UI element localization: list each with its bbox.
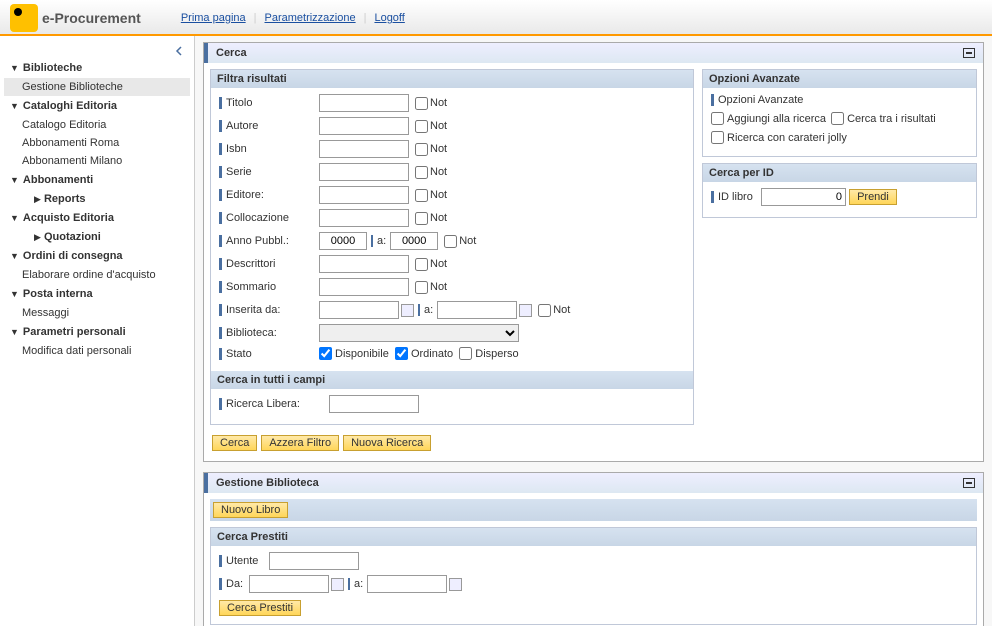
nav-logoff[interactable]: Logoff [374,12,404,24]
btn-azzera-filtro[interactable]: Azzera Filtro [261,435,339,451]
chk-collocazione-not[interactable] [415,212,428,225]
sb-group-cataloghi[interactable]: ▼Cataloghi Editoria [4,96,190,116]
panel-cerca-title: Cerca [204,43,983,63]
sidebar: ▼Biblioteche Gestione Biblioteche ▼Catal… [0,36,195,626]
chk-titolo-not[interactable] [415,97,428,110]
input-anno-da[interactable] [319,232,367,250]
label-autore: Autore [219,120,319,132]
nav-param[interactable]: Parametrizzazione [265,12,356,24]
chk-caratteri-jolly[interactable] [711,131,724,144]
sb-group-abbonamenti[interactable]: ▼Abbonamenti [4,170,190,190]
input-autore[interactable] [319,117,409,135]
sb-group-posta[interactable]: ▼Posta interna [4,284,190,304]
top-nav: Prima pagina | Parametrizzazione | Logof… [181,12,405,24]
subpanel-cerca-id: Cerca per ID ID libro Prendi [702,163,977,218]
input-collocazione[interactable] [319,209,409,227]
chk-disperso[interactable] [459,347,472,360]
sidebar-collapse[interactable] [4,44,190,58]
input-ricerca-libera[interactable] [329,395,419,413]
chk-ordinato[interactable] [395,347,408,360]
label-descrittori: Descrittori [219,258,319,270]
nav-home[interactable]: Prima pagina [181,12,246,24]
panel-gestione-biblioteca: Gestione Biblioteca Nuovo Libro Cerca Pr… [203,472,984,626]
chk-descrittori-not[interactable] [415,258,428,271]
datepicker-icon[interactable] [519,304,532,317]
sb-group-biblioteche[interactable]: ▼Biblioteche [4,58,190,78]
sb-group-acquisto[interactable]: ▼Acquisto Editoria [4,208,190,228]
input-inserita-da[interactable] [319,301,399,319]
input-titolo[interactable] [319,94,409,112]
header: e-Procurement Prima pagina | Parametrizz… [0,0,992,36]
chk-anno-not[interactable] [444,235,457,248]
panel-cerca: Cerca Filtra risultati TitoloNot AutoreN… [203,42,984,462]
app-name: e-Procurement [42,10,141,26]
label-anno: Anno Pubbl.: [219,235,319,247]
datepicker-icon[interactable] [449,578,462,591]
input-editore[interactable] [319,186,409,204]
chk-isbn-not[interactable] [415,143,428,156]
label-inserita: Inserita da: [219,304,319,316]
sb-group-ordini[interactable]: ▼Ordini di consegna [4,246,190,266]
sidebar-item-modifica-dati[interactable]: Modifica dati personali [4,342,190,360]
input-anno-a[interactable] [390,232,438,250]
sidebar-item-gestione-biblioteche[interactable]: Gestione Biblioteche [4,78,190,96]
logo: e-Procurement [10,4,141,32]
input-prestito-da[interactable] [249,575,329,593]
subpanel-filtra: Filtra risultati TitoloNot AutoreNot Isb… [210,69,694,425]
sidebar-item-catalogo-editoria[interactable]: Catalogo Editoria [4,116,190,134]
chk-editore-not[interactable] [415,189,428,202]
btn-prendi[interactable]: Prendi [849,189,897,205]
chk-sommario-not[interactable] [415,281,428,294]
sidebar-item-abbonamenti-roma[interactable]: Abbonamenti Roma [4,134,190,152]
sidebar-item-reports[interactable]: ▶ Reports [4,190,190,208]
logo-icon [10,4,38,32]
subpanel-avanzate: Opzioni Avanzate Opzioni Avanzate Aggiun… [702,69,977,157]
chk-inserita-not[interactable] [538,304,551,317]
chk-autore-not[interactable] [415,120,428,133]
chk-disponibile[interactable] [319,347,332,360]
label-collocazione: Collocazione [219,212,319,224]
subpanel-prestiti: Cerca Prestiti Utente Da: a: Cerca Prest… [210,527,977,625]
label-titolo: Titolo [219,97,319,109]
sidebar-item-elaborare-ordine[interactable]: Elaborare ordine d'acquisto [4,266,190,284]
label-editore: Editore: [219,189,319,201]
input-inserita-a[interactable] [437,301,517,319]
label-utente: Utente [219,555,269,567]
label-ricerca-libera: Ricerca Libera: [219,398,329,410]
label-sommario: Sommario [219,281,319,293]
btn-cerca[interactable]: Cerca [212,435,257,451]
collapse-icon[interactable] [963,478,975,488]
label-serie: Serie [219,166,319,178]
content: Cerca Filtra risultati TitoloNot AutoreN… [195,36,992,626]
label-id-libro: ID libro [711,191,761,203]
chk-serie-not[interactable] [415,166,428,179]
input-sommario[interactable] [319,278,409,296]
btn-nuovo-libro[interactable]: Nuovo Libro [213,502,288,518]
btn-cerca-prestiti[interactable]: Cerca Prestiti [219,600,301,616]
input-utente[interactable] [269,552,359,570]
subpanel-all-fields-title: Cerca in tutti i campi [211,371,693,389]
chk-aggiungi-ricerca[interactable] [711,112,724,125]
input-prestito-a[interactable] [367,575,447,593]
panel-gestione-title: Gestione Biblioteca [204,473,983,493]
label-isbn: Isbn [219,143,319,155]
input-id-libro[interactable] [761,188,846,206]
chk-cerca-tra-risultati[interactable] [831,112,844,125]
input-isbn[interactable] [319,140,409,158]
input-descrittori[interactable] [319,255,409,273]
sidebar-item-messaggi[interactable]: Messaggi [4,304,190,322]
sidebar-item-quotazioni[interactable]: ▶ Quotazioni [4,228,190,246]
label-stato: Stato [219,348,319,360]
collapse-icon[interactable] [963,48,975,58]
sb-group-parametri[interactable]: ▼Parametri personali [4,322,190,342]
select-biblioteca[interactable] [319,324,519,342]
label-da: Da: [219,578,249,590]
label-biblioteca: Biblioteca: [219,327,319,339]
datepicker-icon[interactable] [331,578,344,591]
input-serie[interactable] [319,163,409,181]
sidebar-item-abbonamenti-milano[interactable]: Abbonamenti Milano [4,152,190,170]
btn-nuova-ricerca[interactable]: Nuova Ricerca [343,435,431,451]
datepicker-icon[interactable] [401,304,414,317]
